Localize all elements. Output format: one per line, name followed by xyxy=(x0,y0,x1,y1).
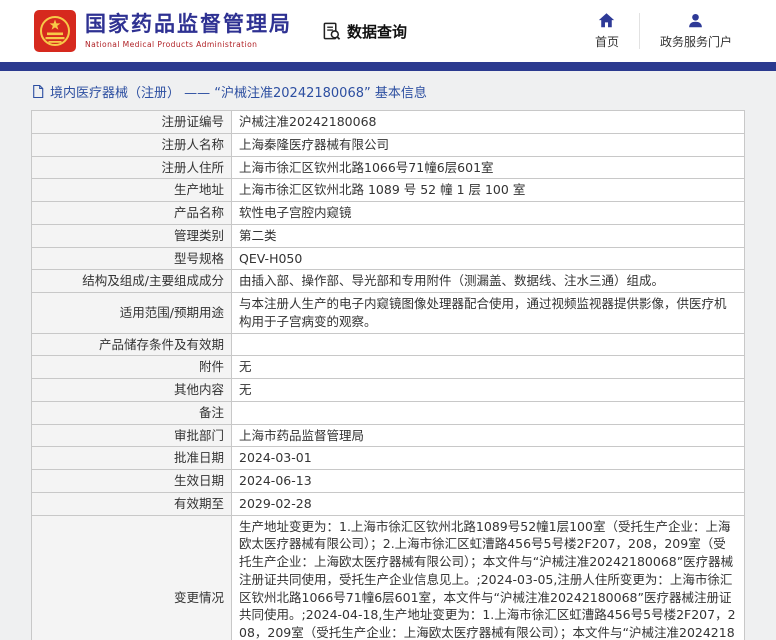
row-value: 2024-03-01 xyxy=(231,446,745,470)
home-nav[interactable]: 首页 xyxy=(575,12,639,50)
table-row: 注册人住所 上海市徐汇区钦州北路1066号71幢6层601室 xyxy=(31,155,745,180)
agency-title: 国家药品监督管理局 xyxy=(85,12,292,37)
table-row: 生产地址 上海市徐汇区钦州北路 1089 号 52 幢 1 层 100 室 xyxy=(31,178,745,202)
home-label: 首页 xyxy=(594,35,619,49)
breadcrumb: 境内医疗器械（注册） —— “沪械注准20242180068” 基本信息 xyxy=(32,82,776,101)
row-value: 沪械注准20242180068 xyxy=(231,110,745,134)
table-row: 备注 xyxy=(31,400,745,425)
row-value: 上海市药品监督管理局 xyxy=(231,423,745,448)
row-label: 生产地址 xyxy=(31,178,232,202)
row-value: 生产地址变更为：1.上海市徐汇区钦州北路1089号52幢1层100室（受托生产企… xyxy=(231,514,745,640)
row-value: 上海市徐汇区钦州北路1066号71幢6层601室 xyxy=(231,155,745,180)
row-label: 附件 xyxy=(31,355,232,379)
table-row: 结构及组成/主要组成成分 由插入部、操作部、导光部和专用附件（测漏盖、数据线、注… xyxy=(31,269,745,293)
row-label: 注册人住所 xyxy=(31,155,232,180)
row-label: 产品储存条件及有效期 xyxy=(31,332,232,357)
header-accent-bar xyxy=(0,62,776,71)
table-row: 变更情况 生产地址变更为：1.上海市徐汇区钦州北路1089号52幢1层100室（… xyxy=(31,514,745,640)
row-label: 型号规格 xyxy=(31,246,232,271)
row-value: 无 xyxy=(231,378,745,402)
user-icon xyxy=(689,13,703,28)
main-content: 境内医疗器械（注册） —— “沪械注准20242180068” 基本信息 注册证… xyxy=(0,71,776,640)
table-row: 产品储存条件及有效期 xyxy=(31,332,745,357)
home-icon xyxy=(599,13,615,28)
table-row: 其他内容 无 xyxy=(31,378,745,402)
row-label: 结构及组成/主要组成成分 xyxy=(31,269,232,293)
table-row: 型号规格 QEV-H050 xyxy=(31,246,745,271)
row-value: 2029-02-28 xyxy=(231,491,745,516)
table-row: 注册人名称 上海秦隆医疗器械有限公司 xyxy=(31,132,745,157)
row-label: 注册人名称 xyxy=(31,132,232,157)
row-label: 注册证编号 xyxy=(31,110,232,134)
table-row: 批准日期 2024-03-01 xyxy=(31,446,745,470)
data-query-nav[interactable]: 数据查询 xyxy=(322,21,407,42)
portal-label: 政务服务门户 xyxy=(659,35,732,49)
row-value: 软性电子宫腔内窥镜 xyxy=(231,201,745,225)
row-label: 有效期至 xyxy=(31,491,232,516)
nmpa-brand: 国家药品监督管理局 National Medical Products Admi… xyxy=(34,10,292,52)
table-row: 生效日期 2024-06-13 xyxy=(31,469,745,493)
data-query-icon xyxy=(323,22,341,40)
row-label: 产品名称 xyxy=(31,201,232,225)
site-header: 国家药品监督管理局 National Medical Products Admi… xyxy=(0,0,776,62)
row-value: 无 xyxy=(231,355,745,379)
brand-text: 国家药品监督管理局 National Medical Products Admi… xyxy=(85,12,292,49)
row-value xyxy=(231,400,745,425)
row-label: 适用范围/预期用途 xyxy=(31,292,232,334)
row-label: 备注 xyxy=(31,400,232,425)
row-label: 审批部门 xyxy=(31,423,232,448)
table-row: 审批部门 上海市药品监督管理局 xyxy=(31,423,745,448)
table-row: 产品名称 软性电子宫腔内窥镜 xyxy=(31,201,745,225)
row-value: 与本注册人生产的电子内窥镜图像处理器配合使用，通过视频监视器提供影像，供医疗机构… xyxy=(231,292,745,334)
row-label: 变更情况 xyxy=(31,514,232,640)
row-label: 其他内容 xyxy=(31,378,232,402)
data-query-label: 数据查询 xyxy=(347,22,408,41)
table-row: 管理类别 第二类 xyxy=(31,223,745,248)
row-value: 上海秦隆医疗器械有限公司 xyxy=(231,132,745,157)
registration-info-table: 注册证编号 沪械注准20242180068 注册人名称 上海秦隆医疗器械有限公司… xyxy=(31,110,745,640)
table-row: 附件 无 xyxy=(31,355,745,379)
document-icon xyxy=(33,84,44,99)
page-title: 境内医疗器械（注册） —— “沪械注准20242180068” 基本信息 xyxy=(50,86,427,101)
row-value: QEV-H050 xyxy=(231,246,745,271)
row-value: 2024-06-13 xyxy=(231,469,745,493)
portal-nav[interactable]: 政务服务门户 xyxy=(640,12,752,50)
table-row: 注册证编号 沪械注准20242180068 xyxy=(31,110,745,134)
row-value: 上海市徐汇区钦州北路 1089 号 52 幢 1 层 100 室 xyxy=(231,178,745,202)
national-emblem-icon xyxy=(34,10,76,52)
table-row: 有效期至 2029-02-28 xyxy=(31,491,745,516)
row-label: 生效日期 xyxy=(31,469,232,493)
row-value: 第二类 xyxy=(231,223,745,248)
agency-subtitle: National Medical Products Administration xyxy=(85,39,258,49)
table-row: 适用范围/预期用途 与本注册人生产的电子内窥镜图像处理器配合使用，通过视频监视器… xyxy=(31,292,745,334)
row-value: 由插入部、操作部、导光部和专用附件（测漏盖、数据线、注水三通）组成。 xyxy=(231,269,745,293)
top-nav: 首页 政务服务门户 xyxy=(575,12,752,50)
row-value xyxy=(231,332,745,357)
row-label: 管理类别 xyxy=(31,223,232,248)
row-label: 批准日期 xyxy=(31,446,232,470)
